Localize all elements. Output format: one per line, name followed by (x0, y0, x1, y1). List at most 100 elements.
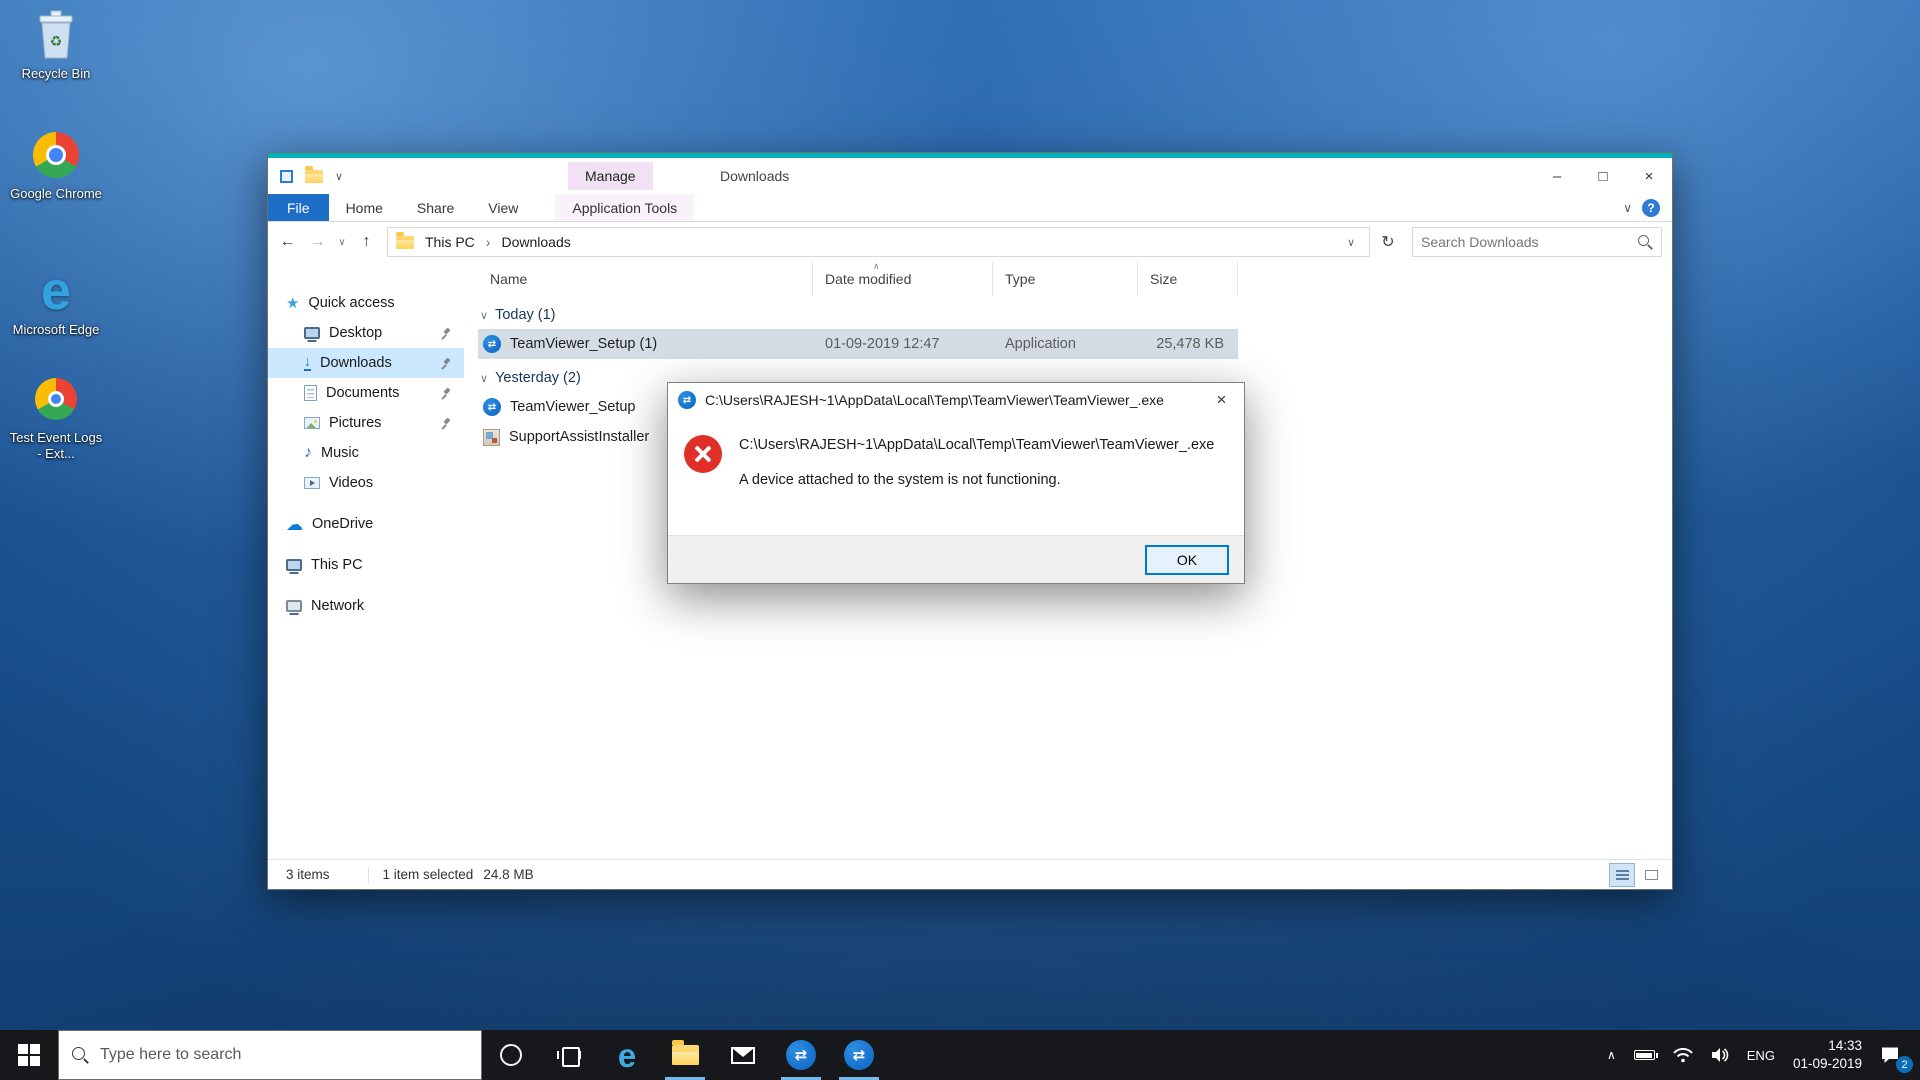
sidebar-item-this-pc[interactable]: This PC (268, 550, 464, 580)
maximize-button[interactable]: □ (1580, 158, 1626, 194)
chevron-down-icon: ∨ (480, 372, 488, 385)
tab-file[interactable]: File (268, 194, 329, 221)
desktop-icon-label: Test Event Logs - Ext... (8, 430, 104, 463)
desktop-icon-google-chrome[interactable]: Google Chrome (8, 130, 104, 202)
error-icon (684, 435, 722, 473)
tab-home[interactable]: Home (329, 194, 400, 221)
refresh-icon[interactable]: ↻ (1373, 228, 1403, 256)
sidebar-item-music[interactable]: ♪ Music (268, 438, 464, 468)
sidebar-item-videos[interactable]: Videos (268, 468, 464, 498)
volume-icon[interactable] (1702, 1030, 1738, 1080)
battery-icon[interactable] (1625, 1030, 1664, 1080)
properties-icon[interactable] (280, 170, 293, 183)
installer-file-icon (483, 429, 500, 446)
desktop-icon (304, 327, 320, 339)
close-button[interactable]: × (1626, 158, 1672, 194)
dialog-close-icon[interactable]: × (1199, 383, 1244, 417)
teamviewer-button-2[interactable]: ⇄ (830, 1030, 888, 1080)
view-toggles (1609, 863, 1664, 887)
search-icon[interactable] (1638, 235, 1653, 250)
sidebar-item-label: Desktop (329, 325, 382, 341)
back-button[interactable]: ← (274, 228, 301, 256)
tab-share[interactable]: Share (400, 194, 471, 221)
manage-tab-group-label[interactable]: Manage (568, 162, 653, 190)
teamviewer-icon: ⇄ (786, 1040, 816, 1070)
new-folder-icon[interactable] (305, 170, 323, 183)
large-icons-view-button[interactable] (1638, 863, 1664, 887)
breadcrumb-separator-icon[interactable]: › (486, 234, 491, 250)
status-bar: 3 items 1 item selected 24.8 MB (268, 859, 1672, 889)
dialog-titlebar: ⇄ C:\Users\RAJESH~1\AppData\Local\Temp\T… (668, 383, 1244, 417)
item-count: 3 items (286, 867, 330, 882)
edge-button[interactable]: e (598, 1030, 656, 1080)
ok-button[interactable]: OK (1145, 545, 1229, 575)
expand-ribbon-icon[interactable]: ∨ (1613, 201, 1642, 215)
sidebar-item-label: Music (321, 445, 359, 461)
column-header-type[interactable]: Type (993, 262, 1138, 296)
desktop-icon-test-event-logs[interactable]: Test Event Logs - Ext... (8, 374, 104, 463)
sidebar-item-downloads[interactable]: ↓ Downloads (268, 348, 464, 378)
explorer-titlebar: ∨ Manage Downloads – □ × (268, 158, 1672, 194)
breadcrumb-this-pc[interactable]: This PC (421, 232, 479, 252)
column-header-date-modified[interactable]: ∧ Date modified (813, 262, 993, 296)
dialog-footer: OK (668, 535, 1244, 583)
sidebar-item-network[interactable]: Network (268, 591, 464, 621)
chrome-icon (33, 130, 79, 180)
column-header-size[interactable]: Size (1138, 262, 1238, 296)
taskbar-clock[interactable]: 14:33 01-09-2019 (1784, 1030, 1871, 1080)
teamviewer-icon: ⇄ (844, 1040, 874, 1070)
sidebar-item-label: Pictures (329, 415, 381, 431)
mail-button[interactable] (714, 1030, 772, 1080)
cortana-button[interactable] (482, 1030, 540, 1080)
hidden-icons-chevron-icon[interactable]: ∧ (1598, 1030, 1625, 1080)
group-header-today[interactable]: ∨ Today (1) (478, 301, 1672, 329)
tab-application-tools[interactable]: Application Tools (555, 194, 694, 221)
language-indicator[interactable]: ENG (1738, 1030, 1784, 1080)
desktop-icon-label: Google Chrome (10, 186, 102, 202)
explorer-search-box[interactable] (1412, 227, 1662, 257)
documents-icon (304, 385, 317, 401)
sidebar-item-onedrive[interactable]: ☁ OneDrive (268, 509, 464, 539)
taskbar-search-input[interactable] (100, 1046, 468, 1064)
up-button[interactable]: ↑ (353, 228, 380, 256)
address-bar: ← → ∨ ↑ This PC › Downloads ∨ ↻ (268, 222, 1672, 262)
start-button[interactable] (0, 1030, 58, 1080)
wifi-icon[interactable] (1664, 1030, 1702, 1080)
details-view-button[interactable] (1609, 863, 1635, 887)
file-explorer-button[interactable] (656, 1030, 714, 1080)
breadcrumb[interactable]: This PC › Downloads ∨ (387, 227, 1370, 257)
help-icon[interactable]: ? (1642, 199, 1660, 217)
ribbon-tab-row: File Home Share View Application Tools ∨… (268, 194, 1672, 222)
action-center-button[interactable]: 2 (1871, 1030, 1914, 1080)
explorer-search-input[interactable] (1421, 234, 1630, 250)
svg-text:♻: ♻ (50, 33, 63, 49)
file-explorer-icon (672, 1045, 699, 1065)
breadcrumb-downloads[interactable]: Downloads (497, 232, 574, 252)
system-tray: ∧ ENG 14:33 01-09-2019 2 (1598, 1030, 1920, 1080)
file-name: TeamViewer_Setup (1) (510, 336, 657, 352)
task-view-button[interactable] (540, 1030, 598, 1080)
customize-qat-chevron-icon[interactable]: ∨ (335, 170, 343, 183)
sort-ascending-icon: ∧ (873, 262, 880, 272)
teamviewer-button-1[interactable]: ⇄ (772, 1030, 830, 1080)
desktop-icon-microsoft-edge[interactable]: e Microsoft Edge (8, 266, 104, 338)
forward-button[interactable]: → (304, 228, 331, 256)
sidebar-item-pictures[interactable]: Pictures (268, 408, 464, 438)
sidebar-item-documents[interactable]: Documents (268, 378, 464, 408)
desktop-icon-recycle-bin[interactable]: ♻ Recycle Bin (8, 10, 104, 82)
sidebar-item-quick-access[interactable]: ★ Quick access (268, 288, 464, 318)
sidebar-item-desktop[interactable]: Desktop (268, 318, 464, 348)
minimize-button[interactable]: – (1534, 158, 1580, 194)
recent-locations-chevron-icon[interactable]: ∨ (334, 228, 350, 256)
chrome-shortcut-icon (35, 374, 77, 424)
column-header-name[interactable]: Name (478, 262, 813, 296)
pin-icon (440, 357, 452, 369)
large-icons-view-icon (1645, 870, 1658, 880)
dialog-path-text: C:\Users\RAJESH~1\AppData\Local\Temp\Tea… (739, 437, 1214, 453)
file-row-teamviewer-setup-1[interactable]: ⇄ TeamViewer_Setup (1) 01-09-2019 12:47 … (478, 329, 1238, 359)
address-dropdown-chevron-icon[interactable]: ∨ (1341, 236, 1361, 249)
taskbar-search-box[interactable] (58, 1030, 482, 1080)
notification-badge: 2 (1896, 1056, 1913, 1073)
tab-view[interactable]: View (471, 194, 535, 221)
selection-size: 24.8 MB (483, 867, 533, 882)
